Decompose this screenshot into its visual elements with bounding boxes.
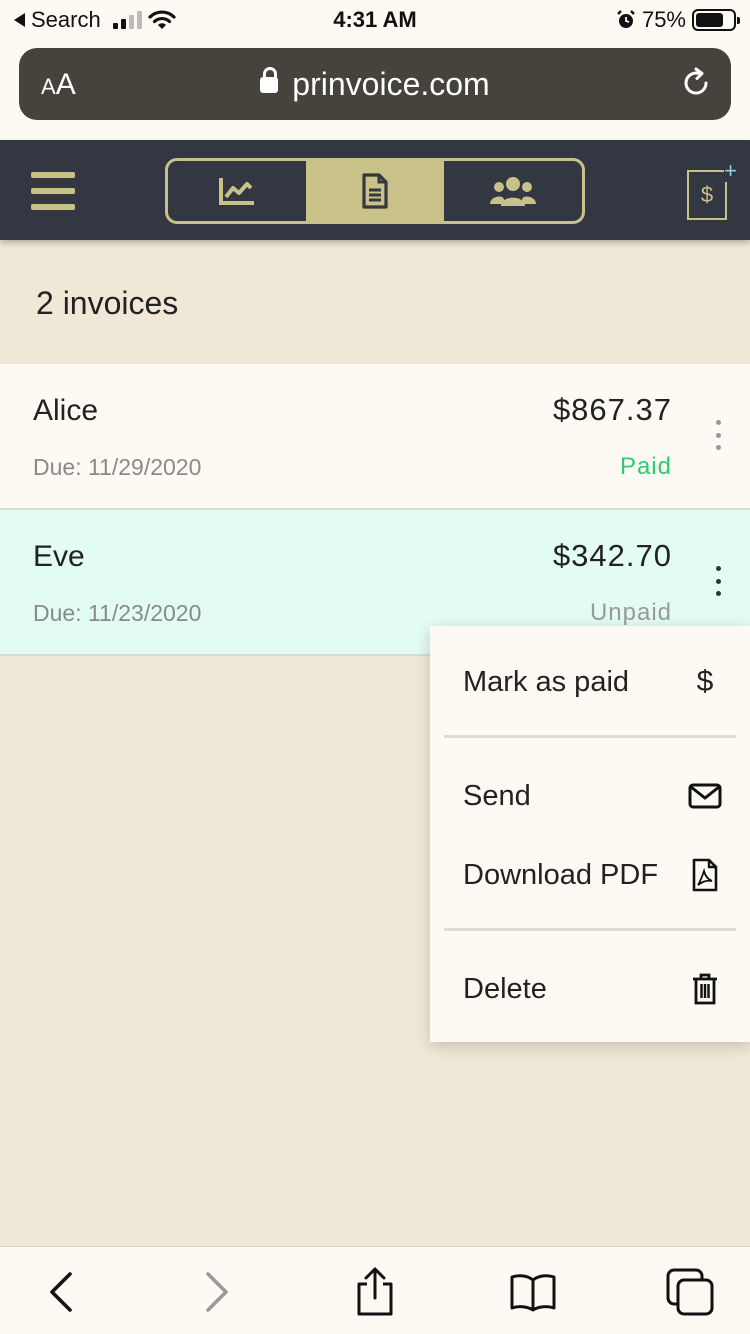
invoice-icon <box>362 173 388 209</box>
invoice-actions-menu: Mark as paid $ Send Download PDF Delete <box>430 626 750 1042</box>
back-icon[interactable] <box>36 1267 86 1317</box>
dollar-icon: $ <box>696 665 714 698</box>
url-text: prinvoice.com <box>292 66 490 102</box>
tab-dashboard[interactable] <box>168 161 306 221</box>
app-header: $ + <box>0 140 750 240</box>
menu-item-send[interactable]: Send <box>463 766 722 826</box>
invoice-row[interactable]: Alice Due: 11/29/2020 $867.37 Paid <box>0 364 750 510</box>
menu-item-delete[interactable]: Delete <box>463 959 722 1019</box>
status-bar: Search 4:31 AM 75% <box>0 0 750 40</box>
menu-item-download-pdf[interactable]: Download PDF <box>463 845 722 905</box>
trash-icon <box>688 972 722 1006</box>
invoice-count: 2 invoices <box>36 285 179 321</box>
tabs-icon[interactable] <box>665 1267 715 1317</box>
plus-icon: + <box>724 158 737 183</box>
browser-toolbar <box>0 1246 750 1334</box>
more-options-icon[interactable] <box>714 420 722 450</box>
url-display[interactable]: prinvoice.com <box>19 66 731 103</box>
mail-icon <box>688 779 722 813</box>
status-badge: Paid <box>619 453 672 480</box>
menu-item-label: Delete <box>463 972 547 1005</box>
dollar-icon: $ <box>700 182 714 207</box>
invoice-amount: $342.70 <box>552 538 672 573</box>
tab-clients[interactable] <box>444 161 582 221</box>
forward-icon[interactable] <box>192 1267 242 1317</box>
reload-icon[interactable] <box>679 66 713 100</box>
battery-percent: 75% <box>641 7 686 32</box>
pdf-icon <box>688 858 722 892</box>
menu-divider <box>444 928 736 931</box>
new-invoice-button[interactable]: $ + <box>687 160 737 220</box>
more-options-icon[interactable] <box>714 566 722 596</box>
address-bar[interactable]: AA prinvoice.com <box>19 48 731 120</box>
clients-icon <box>490 177 536 206</box>
battery-icon <box>692 9 740 31</box>
due-date: Due: 11/29/2020 <box>33 454 202 480</box>
share-icon[interactable] <box>350 1267 400 1317</box>
invoice-amount: $867.37 <box>552 392 672 427</box>
alarm-icon <box>617 10 635 28</box>
chart-icon <box>219 178 254 205</box>
menu-icon[interactable] <box>31 172 75 210</box>
menu-item-label: Download PDF <box>463 858 659 891</box>
view-tabs <box>165 158 585 224</box>
browser-address-area: AA prinvoice.com <box>0 40 750 140</box>
bookmarks-icon[interactable] <box>508 1267 558 1317</box>
menu-divider <box>444 735 736 738</box>
menu-item-label: Mark as paid <box>463 665 630 698</box>
client-name: Alice <box>33 394 99 427</box>
status-right: 75% <box>616 7 740 33</box>
client-name: Eve <box>33 540 85 573</box>
lock-icon <box>260 66 279 93</box>
status-badge: Unpaid <box>589 599 672 626</box>
menu-item-mark-paid[interactable]: Mark as paid $ <box>463 652 722 712</box>
battery-fill <box>696 13 723 27</box>
tab-invoices[interactable] <box>306 161 444 221</box>
menu-item-label: Send <box>463 779 531 812</box>
due-date: Due: 11/23/2020 <box>33 600 202 626</box>
